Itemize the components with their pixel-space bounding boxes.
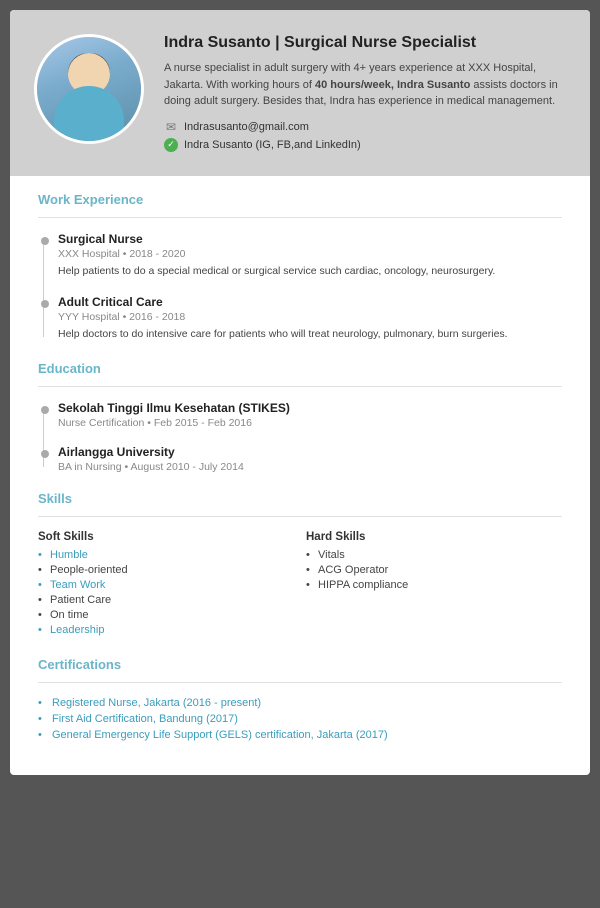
skills-section: Skills Soft Skills Humble People-oriente…	[38, 491, 562, 639]
work-desc-1: Help patients to do a special medical or…	[58, 264, 562, 280]
cert-3: General Emergency Life Support (GELS) ce…	[38, 729, 562, 741]
work-item-2: Adult Critical Care YYY Hospital • 2016 …	[58, 295, 562, 343]
edu-divider	[38, 386, 562, 387]
avatar	[34, 34, 144, 144]
edu-item-2: Airlangga University BA in Nursing • Aug…	[58, 445, 562, 473]
work-timeline: Surgical Nurse XXX Hospital • 2018 - 202…	[38, 232, 562, 344]
work-desc-2: Help doctors to do intensive care for pa…	[58, 327, 562, 343]
header-info: Indra Susanto | Surgical Nurse Specialis…	[164, 34, 566, 156]
soft-skills-group: Soft Skills Humble People-oriented Team …	[38, 531, 294, 639]
work-role-2: Adult Critical Care	[58, 295, 562, 309]
work-item-1: Surgical Nurse XXX Hospital • 2018 - 202…	[58, 232, 562, 280]
hard-skills-list: Vitals ACG Operator HIPPA compliance	[306, 549, 562, 591]
cert-divider	[38, 682, 562, 683]
skill-acg: ACG Operator	[306, 564, 562, 576]
education-section: Education Sekolah Tinggi Ilmu Kesehatan …	[38, 361, 562, 473]
email-text: Indrasusanto@gmail.com	[184, 121, 309, 133]
skill-people-oriented: People-oriented	[38, 564, 294, 576]
certifications-section: Certifications Registered Nurse, Jakarta…	[38, 657, 562, 741]
edu-meta-2: BA in Nursing • August 2010 - July 2014	[58, 461, 562, 473]
verified-icon: ✓	[164, 138, 178, 152]
soft-skills-title: Soft Skills	[38, 531, 294, 543]
envelope-icon: ✉	[164, 120, 178, 134]
work-role-1: Surgical Nurse	[58, 232, 562, 246]
skill-humble: Humble	[38, 549, 294, 561]
cert-2: First Aid Certification, Bandung (2017)	[38, 713, 562, 725]
certifications-title: Certifications	[38, 657, 562, 672]
hard-skills-group: Hard Skills Vitals ACG Operator HIPPA co…	[306, 531, 562, 639]
skill-vitals: Vitals	[306, 549, 562, 561]
soft-skills-list: Humble People-oriented Team Work Patient…	[38, 549, 294, 636]
skills-grid: Soft Skills Humble People-oriented Team …	[38, 531, 562, 639]
resume-container: Indra Susanto | Surgical Nurse Specialis…	[10, 10, 590, 775]
skill-on-time: On time	[38, 609, 294, 621]
skill-leadership: Leadership	[38, 624, 294, 636]
edu-item-1: Sekolah Tinggi Ilmu Kesehatan (STIKES) N…	[58, 401, 562, 429]
email-contact: ✉ Indrasusanto@gmail.com	[164, 120, 566, 134]
header-section: Indra Susanto | Surgical Nurse Specialis…	[10, 10, 590, 176]
education-title: Education	[38, 361, 562, 376]
cert-list: Registered Nurse, Jakarta (2016 - presen…	[38, 697, 562, 741]
candidate-bio: A nurse specialist in adult surgery with…	[164, 60, 566, 110]
work-meta-2: YYY Hospital • 2016 - 2018	[58, 311, 562, 323]
edu-role-2: Airlangga University	[58, 445, 562, 459]
education-timeline: Sekolah Tinggi Ilmu Kesehatan (STIKES) N…	[38, 401, 562, 473]
work-experience-section: Work Experience Surgical Nurse XXX Hospi…	[38, 192, 562, 344]
skills-divider	[38, 516, 562, 517]
main-content: Work Experience Surgical Nurse XXX Hospi…	[10, 176, 590, 776]
cert-1: Registered Nurse, Jakarta (2016 - presen…	[38, 697, 562, 709]
edu-meta-1: Nurse Certification • Feb 2015 - Feb 201…	[58, 417, 562, 429]
skills-title: Skills	[38, 491, 562, 506]
work-experience-title: Work Experience	[38, 192, 562, 207]
skill-hippa: HIPPA compliance	[306, 579, 562, 591]
candidate-name: Indra Susanto | Surgical Nurse Specialis…	[164, 34, 566, 52]
hard-skills-title: Hard Skills	[306, 531, 562, 543]
social-contact: ✓ Indra Susanto (IG, FB,and LinkedIn)	[164, 138, 566, 152]
work-divider	[38, 217, 562, 218]
work-meta-1: XXX Hospital • 2018 - 2020	[58, 248, 562, 260]
edu-role-1: Sekolah Tinggi Ilmu Kesehatan (STIKES)	[58, 401, 562, 415]
skill-patient-care: Patient Care	[38, 594, 294, 606]
social-text: Indra Susanto (IG, FB,and LinkedIn)	[184, 139, 361, 151]
skill-teamwork: Team Work	[38, 579, 294, 591]
